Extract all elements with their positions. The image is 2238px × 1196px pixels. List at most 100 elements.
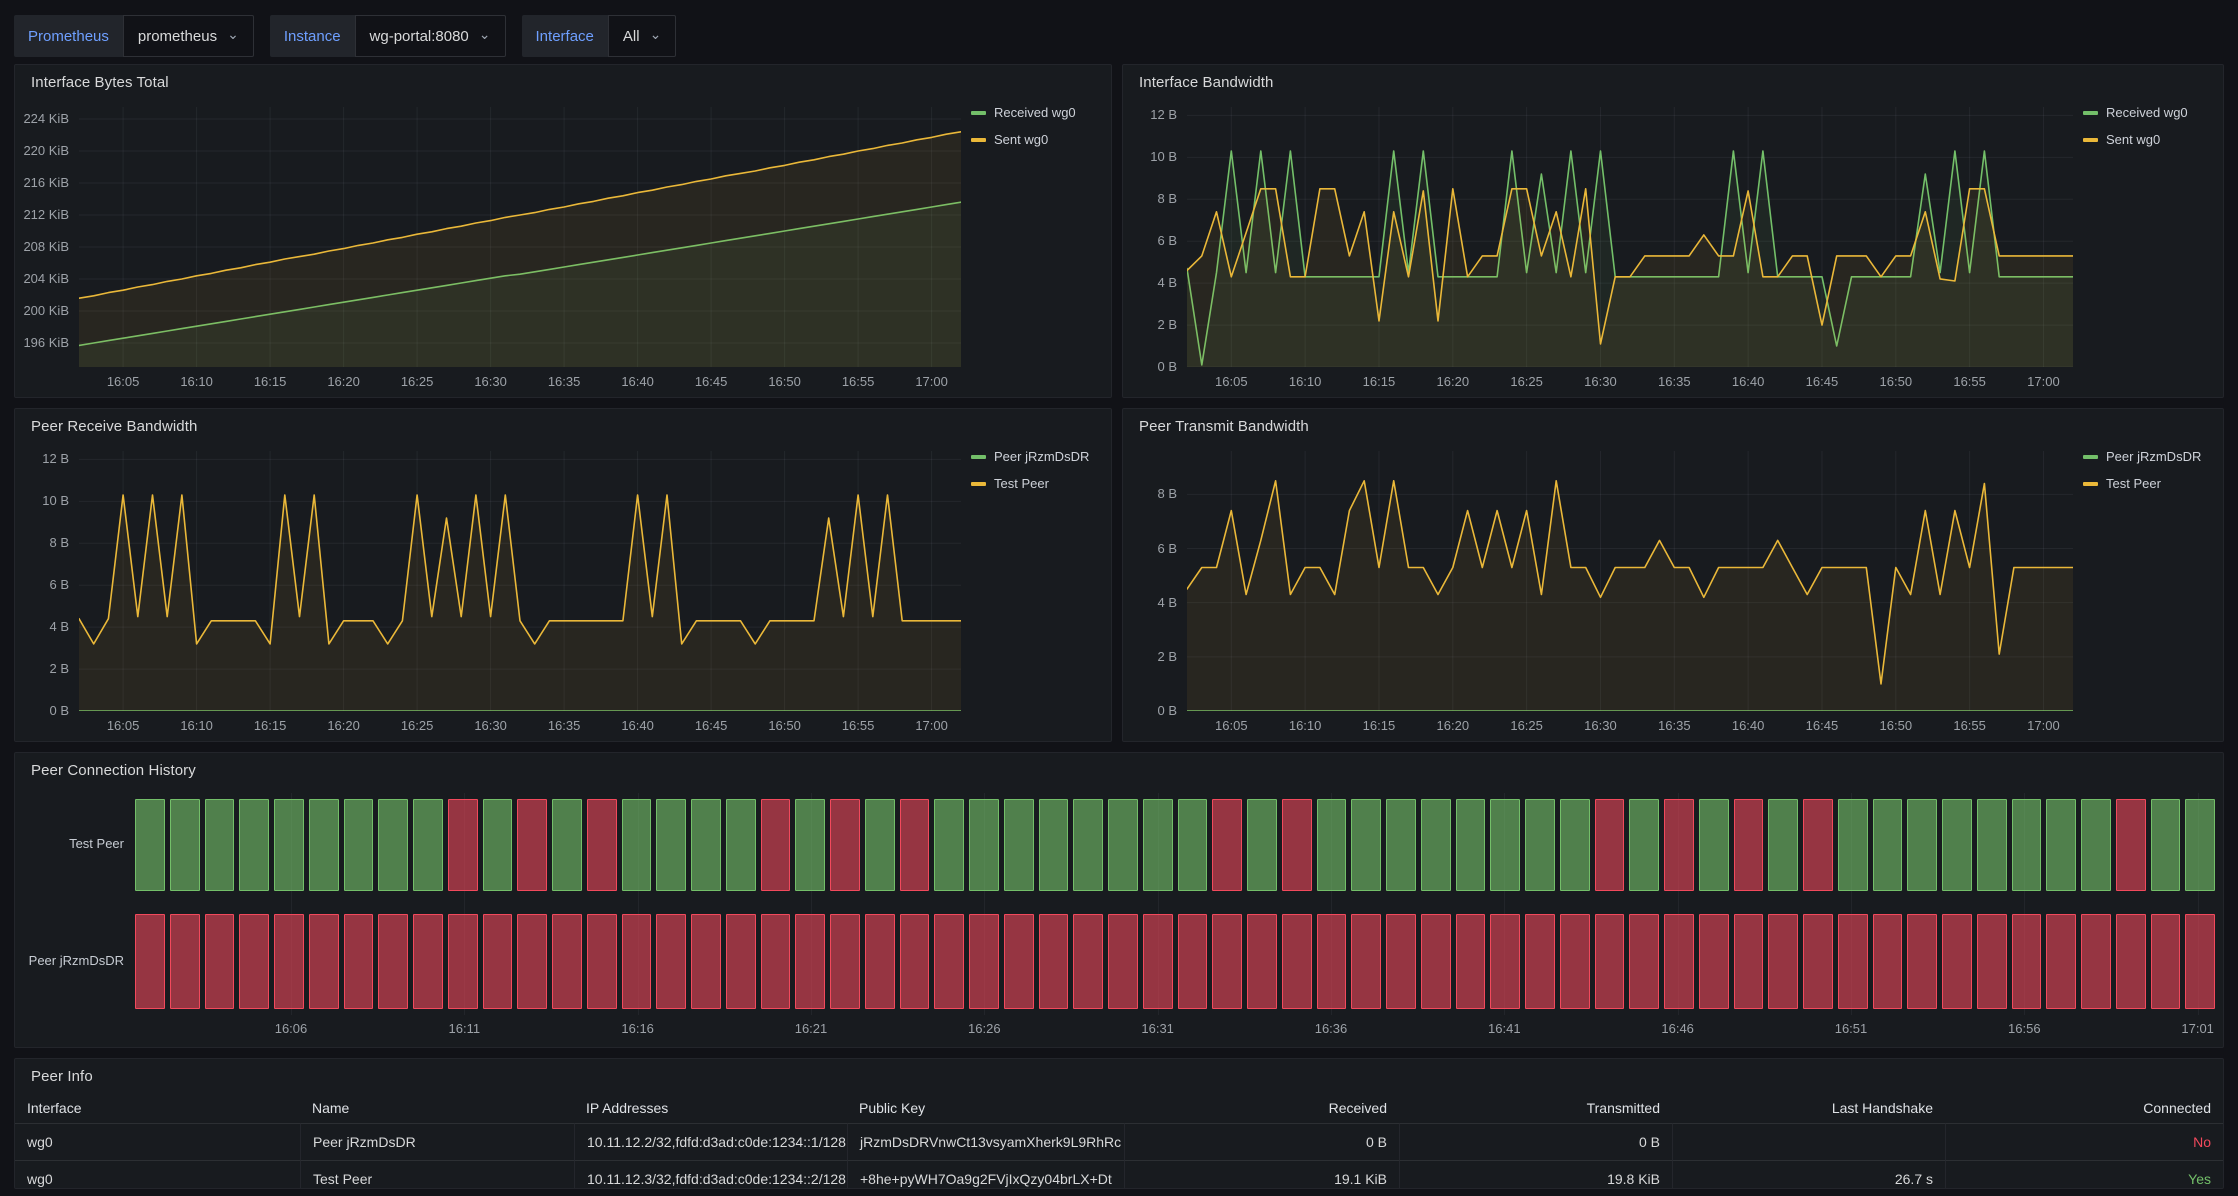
variable-dropdown-instance[interactable]: wg-portal:8080 ⌄ — [355, 15, 506, 57]
status-bar-down[interactable] — [135, 914, 165, 1009]
status-bar-down[interactable] — [1212, 914, 1242, 1009]
status-bar-up[interactable] — [1351, 799, 1381, 891]
status-bar-down[interactable] — [170, 914, 200, 1009]
status-bar-down[interactable] — [1699, 914, 1729, 1009]
status-bar-up[interactable] — [1699, 799, 1729, 891]
status-bar-down[interactable] — [517, 914, 547, 1009]
table-column-header[interactable]: Connected — [1945, 1093, 2223, 1123]
status-bar-up[interactable] — [1421, 799, 1451, 891]
status-bar-down[interactable] — [934, 914, 964, 1009]
status-bar-down[interactable] — [552, 914, 582, 1009]
status-bar-down[interactable] — [1942, 914, 1972, 1009]
status-bar-down[interactable] — [587, 914, 617, 1009]
status-bar-down[interactable] — [1490, 914, 1520, 1009]
status-bar-down[interactable] — [2012, 914, 2042, 1009]
status-bar-down[interactable] — [1004, 914, 1034, 1009]
status-bar-up[interactable] — [309, 799, 339, 891]
status-bar-up[interactable] — [2046, 799, 2076, 891]
status-bar-down[interactable] — [830, 799, 860, 891]
status-bar-down[interactable] — [1873, 914, 1903, 1009]
status-bar-up[interactable] — [1629, 799, 1659, 891]
status-bar-down[interactable] — [1734, 914, 1764, 1009]
status-bar-up[interactable] — [135, 799, 165, 891]
status-bar-down[interactable] — [1734, 799, 1764, 891]
status-bar-up[interactable] — [552, 799, 582, 891]
status-bar-up[interactable] — [622, 799, 652, 891]
status-bar-down[interactable] — [1595, 799, 1625, 891]
status-bar-up[interactable] — [378, 799, 408, 891]
status-bar-down[interactable] — [2116, 799, 2146, 891]
table-column-header[interactable]: Transmitted — [1399, 1093, 1672, 1123]
status-bar-up[interactable] — [1108, 799, 1138, 891]
status-bar-down[interactable] — [761, 914, 791, 1009]
status-bar-down[interactable] — [795, 914, 825, 1009]
status-bar-up[interactable] — [1178, 799, 1208, 891]
status-bar-down[interactable] — [2151, 914, 2181, 1009]
status-bar-down[interactable] — [1247, 914, 1277, 1009]
status-bar-up[interactable] — [483, 799, 513, 891]
status-bar-down[interactable] — [1977, 914, 2007, 1009]
status-bar-down[interactable] — [1351, 914, 1381, 1009]
status-bar-down[interactable] — [900, 914, 930, 1009]
status-bar-down[interactable] — [2116, 914, 2146, 1009]
status-bar-down[interactable] — [1108, 914, 1138, 1009]
status-bar-down[interactable] — [1664, 799, 1694, 891]
status-bar-down[interactable] — [1629, 914, 1659, 1009]
legend-item[interactable]: Sent wg0 — [971, 132, 1101, 147]
status-bar-up[interactable] — [865, 799, 895, 891]
status-bar-up[interactable] — [726, 799, 756, 891]
status-bar-down[interactable] — [1178, 914, 1208, 1009]
table-column-header[interactable]: IP Addresses — [574, 1093, 847, 1123]
status-bar-up[interactable] — [1838, 799, 1868, 891]
status-bar-up[interactable] — [2185, 799, 2215, 891]
table-column-header[interactable]: Last Handshake — [1672, 1093, 1945, 1123]
status-bar-up[interactable] — [656, 799, 686, 891]
status-bar-down[interactable] — [205, 914, 235, 1009]
legend-item[interactable]: Received wg0 — [2083, 105, 2213, 120]
status-bar-up[interactable] — [1247, 799, 1277, 891]
status-bar-down[interactable] — [761, 799, 791, 891]
status-bar-up[interactable] — [413, 799, 443, 891]
status-bar-down[interactable] — [1838, 914, 1868, 1009]
status-bar-down[interactable] — [2185, 914, 2215, 1009]
legend-item[interactable]: Sent wg0 — [2083, 132, 2213, 147]
status-bar-up[interactable] — [1977, 799, 2007, 891]
status-bar-up[interactable] — [934, 799, 964, 891]
status-bar-up[interactable] — [1386, 799, 1416, 891]
status-bar-down[interactable] — [378, 914, 408, 1009]
status-bar-up[interactable] — [1073, 799, 1103, 891]
status-bar-down[interactable] — [274, 914, 304, 1009]
status-bar-down[interactable] — [1317, 914, 1347, 1009]
status-bar-up[interactable] — [1873, 799, 1903, 891]
table-column-header[interactable]: Name — [300, 1093, 574, 1123]
status-bar-down[interactable] — [969, 914, 999, 1009]
status-bar-down[interactable] — [656, 914, 686, 1009]
status-bar-down[interactable] — [1768, 914, 1798, 1009]
status-bar-down[interactable] — [622, 914, 652, 1009]
status-bar-down[interactable] — [344, 914, 374, 1009]
status-bar-up[interactable] — [2012, 799, 2042, 891]
legend-item[interactable]: Received wg0 — [971, 105, 1101, 120]
status-bar-down[interactable] — [1386, 914, 1416, 1009]
status-bar-down[interactable] — [1560, 914, 1590, 1009]
status-bar-down[interactable] — [1525, 914, 1555, 1009]
status-bar-down[interactable] — [309, 914, 339, 1009]
legend-item[interactable]: Test Peer — [2083, 476, 2213, 491]
status-bar-down[interactable] — [865, 914, 895, 1009]
status-bar-down[interactable] — [1212, 799, 1242, 891]
status-bar-down[interactable] — [1907, 914, 1937, 1009]
status-bar-down[interactable] — [1282, 914, 1312, 1009]
status-bar-down[interactable] — [1073, 914, 1103, 1009]
status-bar-up[interactable] — [1942, 799, 1972, 891]
variable-dropdown-interface[interactable]: All ⌄ — [608, 15, 676, 57]
status-bar-up[interactable] — [1039, 799, 1069, 891]
status-bar-up[interactable] — [2081, 799, 2111, 891]
status-bar-down[interactable] — [1282, 799, 1312, 891]
status-bar-up[interactable] — [1456, 799, 1486, 891]
legend-item[interactable]: Peer jRzmDsDR — [2083, 449, 2213, 464]
status-bar-up[interactable] — [344, 799, 374, 891]
status-bar-up[interactable] — [1004, 799, 1034, 891]
status-bar-up[interactable] — [795, 799, 825, 891]
status-bar-up[interactable] — [1560, 799, 1590, 891]
status-bar-up[interactable] — [274, 799, 304, 891]
